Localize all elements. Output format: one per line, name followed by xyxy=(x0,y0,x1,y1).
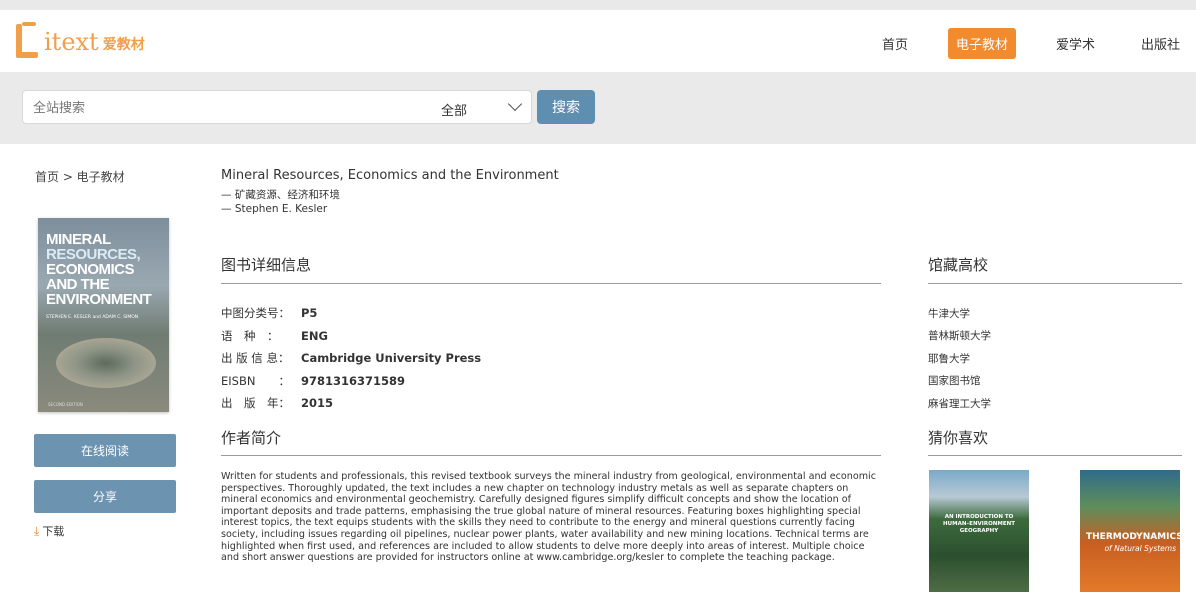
cover-edition: SECOND EDITION xyxy=(48,402,83,407)
book-cover: MINERAL RESOURCES, ECONOMICS AND THE ENV… xyxy=(38,218,169,412)
library-item[interactable]: 牛津大学 xyxy=(928,302,991,325)
library-item[interactable]: 耶鲁大学 xyxy=(928,347,991,370)
divider xyxy=(928,455,1182,456)
top-header: itext 爱教材 首页 电子教材 爱学术 出版社 xyxy=(0,0,1196,72)
recommended-book-cover[interactable]: THERMODYNAMICS of Natural Systems xyxy=(1080,470,1180,592)
search-button[interactable]: 搜索 xyxy=(537,90,595,124)
divider xyxy=(221,283,881,284)
detail-row: 出 版 信 息： Cambridge University Press xyxy=(221,351,482,366)
chevron-down-icon[interactable] xyxy=(507,96,523,112)
details-list: 中图分类号： P5 语 种 ： ENG 出 版 信 息： Cambridge Univ… xyxy=(221,302,481,415)
search-box: 全部 xyxy=(22,90,532,124)
cover-authors: STEPHEN E. KESLER and ADAM C. SIMON xyxy=(46,315,139,320)
search-scope-select[interactable]: 全部 xyxy=(441,100,467,119)
library-item[interactable]: 国家图书馆 xyxy=(928,370,991,393)
libraries-heading: 馆藏高校 xyxy=(928,256,989,274)
nav-publishers[interactable]: 出版社 xyxy=(1135,28,1186,59)
main-nav: 首页 电子教材 爱学术 出版社 xyxy=(842,28,1186,59)
library-item[interactable]: 普林斯顿大学 xyxy=(928,325,991,348)
detail-row: 语 种 ： ENG xyxy=(221,328,328,343)
download-label: 下载 xyxy=(42,525,65,538)
download-link[interactable]: ⤓ 下载 xyxy=(34,523,64,539)
details-heading: 图书详细信息 xyxy=(221,256,312,274)
libraries-list: 牛津大学 普林斯顿大学 耶鲁大学 国家图书馆 麻省理工大学 xyxy=(928,302,991,415)
logo-text: itext xyxy=(44,28,99,56)
download-icon: ⤓ xyxy=(34,523,40,538)
author-intro-text: Written for students and professionals, … xyxy=(221,471,876,564)
cover-title: MINERAL RESOURCES, ECONOMICS AND THE ENV… xyxy=(46,231,152,308)
nav-home[interactable]: 首页 xyxy=(876,28,914,59)
nav-academic[interactable]: 爱学术 xyxy=(1050,28,1101,59)
share-button[interactable]: 分享 xyxy=(34,480,176,513)
recommended-book-title: THERMODYNAMICS xyxy=(1086,532,1180,542)
book-author: — Stephen E. Kesler xyxy=(221,203,328,215)
cover-mine-image xyxy=(56,338,156,388)
detail-row: 中图分类号： P5 xyxy=(221,306,318,321)
search-bar: 全部 xyxy=(0,72,1196,144)
library-item[interactable]: 麻省理工大学 xyxy=(928,392,991,415)
divider xyxy=(221,455,881,456)
book-subtitle: — 矿藏资源、经济和环境 xyxy=(221,189,340,201)
breadcrumb[interactable]: 首页 > 电子教材 xyxy=(35,168,125,185)
logo-mark-icon xyxy=(14,22,40,62)
recommended-book-subtitle: of Natural Systems xyxy=(1104,544,1176,553)
detail-row: 出 版 年： 2015 xyxy=(221,396,334,411)
recommend-heading: 猜你喜欢 xyxy=(928,429,989,447)
divider xyxy=(928,283,1182,284)
detail-row: EISBN ： 9781316371589 xyxy=(221,373,406,388)
author-intro-heading: 作者简介 xyxy=(221,429,282,447)
recommended-book-cover[interactable]: AN INTRODUCTION TO HUMAN–ENVIRONMENT GEO… xyxy=(929,470,1029,592)
book-title: Mineral Resources, Economics and the Env… xyxy=(221,168,559,183)
nav-ebooks[interactable]: 电子教材 xyxy=(947,28,1016,59)
read-online-button[interactable]: 在线阅读 xyxy=(34,434,176,467)
search-input[interactable] xyxy=(33,99,413,117)
logo-subtitle: 爱教材 xyxy=(102,37,145,53)
recommended-book-title: AN INTRODUCTION TO HUMAN–ENVIRONMENT GEO… xyxy=(943,514,1015,534)
site-logo[interactable]: itext 爱教材 xyxy=(14,20,145,64)
